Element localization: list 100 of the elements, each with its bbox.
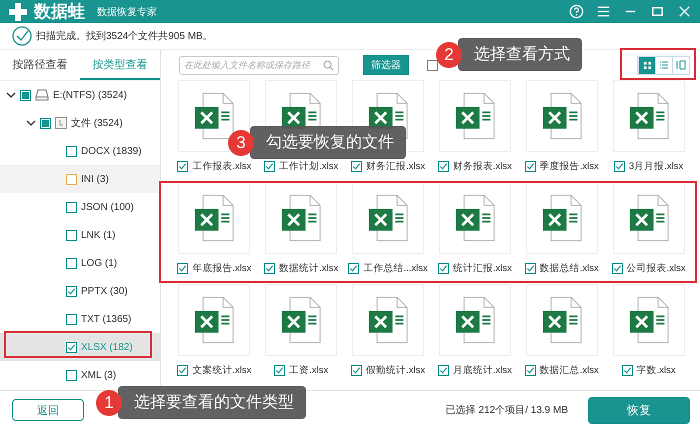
tree-label: JSON (100) [81,202,134,212]
close-icon[interactable] [677,4,692,19]
file-name: 年底报告.xlsx [192,262,252,275]
file-name: 数据汇总.xlsx [540,364,599,377]
checkbox[interactable] [264,161,276,172]
checkbox[interactable] [622,365,633,376]
tree-label: XML (3) [81,370,116,380]
file-name: 工作计划.xlsx [279,160,338,173]
checkbox[interactable] [524,365,536,376]
checkbox[interactable] [524,263,536,274]
view-tab[interactable]: 按类型查看 [80,50,160,80]
checkbox[interactable] [612,263,623,274]
file-thumbnail[interactable] [438,182,511,254]
chevron-icon[interactable] [26,118,36,128]
recover-button[interactable]: 恢复 [588,396,690,424]
file-name: 数据统计.xlsx [279,262,338,275]
tree-item[interactable]: LNK (1) [0,221,160,249]
grid-view-button[interactable] [638,56,655,74]
checkbox[interactable] [66,174,77,184]
checkbox[interactable] [66,146,77,156]
callout-tooltip: 勾选要恢复的文件 [250,126,406,159]
file-name: 月底统计.xlsx [452,364,512,377]
checkbox[interactable] [66,370,77,380]
spreadsheet-file-icon [628,92,669,140]
view-tab[interactable]: 按路径查看 [0,50,80,80]
checkbox[interactable] [177,365,188,376]
checkbox[interactable] [351,161,362,172]
tree-item[interactable]: 文件 (3524) [0,109,160,137]
help-icon[interactable] [569,4,584,19]
file-name: 字数.xlsx [636,364,676,377]
tree-item[interactable]: E:(NTFS) (3524) [0,81,160,109]
spreadsheet-file-icon [368,296,408,344]
filter-button[interactable]: 筛选器 [363,55,409,75]
spreadsheet-file-icon [542,194,582,242]
file-name: 假勤统计.xlsx [366,364,426,377]
tree-label: XLSX (182) [81,342,133,352]
tree-label: TXT (1365) [81,314,132,324]
checkbox[interactable] [351,365,362,376]
step-number-badge: 2 [436,42,462,68]
file-thumbnail[interactable] [265,182,338,254]
checkbox[interactable] [438,365,449,376]
file-thumbnail[interactable] [612,182,685,254]
file-thumbnail[interactable] [352,284,424,356]
step-number-badge: 1 [96,390,122,416]
file-thumbnail[interactable] [178,284,250,356]
checkbox[interactable] [66,258,77,268]
checkbox[interactable] [614,161,625,172]
checkbox[interactable] [20,90,31,100]
search-field[interactable]: 在此处输入文件名称或保存路径 [179,56,339,74]
checkbox[interactable] [66,202,77,212]
tree-item[interactable]: XML (3) [0,361,160,389]
file-name: 数据总结.xlsx [540,262,599,275]
drive-icon [35,89,49,101]
tree-label: INI (3) [81,174,109,184]
file-name: 文案统计.xlsx [192,364,252,377]
check-circle-icon [12,26,32,46]
checkbox[interactable] [438,263,449,274]
spreadsheet-file-icon [368,194,408,242]
file-thumbnail[interactable] [178,182,250,254]
file-thumbnail[interactable] [612,80,685,152]
maximize-icon[interactable] [650,4,665,19]
file-thumbnail[interactable] [612,284,685,356]
file-thumbnail[interactable] [352,182,424,254]
checkbox[interactable] [177,161,188,172]
tree-label: 文件 (3524) [71,116,123,130]
tree-item[interactable]: INI (3) [0,165,160,193]
tree-item[interactable]: DOCX (1839) [0,137,160,165]
checkbox[interactable] [427,60,438,70]
tree-label: LOG (1) [81,258,118,268]
file-thumbnail[interactable] [526,182,598,254]
file-name: 统计汇报.xlsx [452,262,512,275]
tree-item[interactable]: PPTX (30) [0,277,160,305]
spreadsheet-file-icon [194,296,234,344]
checkbox[interactable] [66,230,77,240]
checkbox[interactable] [66,286,77,296]
checkbox[interactable] [40,118,51,128]
tree-label: E:(NTFS) (3524) [53,90,127,100]
file-thumbnail[interactable] [265,284,338,356]
file-name: 公司报表.xlsx [626,262,686,275]
file-thumbnail[interactable] [438,80,511,152]
tree-item[interactable]: LOG (1) [0,249,160,277]
checkbox[interactable] [177,263,188,274]
menu-icon[interactable] [596,4,611,19]
file-thumbnail[interactable] [438,284,511,356]
file-thumbnail[interactable] [526,284,598,356]
file-thumbnail[interactable] [526,80,598,152]
spreadsheet-file-icon [194,194,234,242]
tree-item[interactable]: JSON (100) [0,193,160,221]
chevron-icon[interactable] [6,90,16,100]
tree-item[interactable]: TXT (1365) [0,305,160,333]
checkbox[interactable] [348,263,360,274]
app-subtitle: 数据恢复专家 [97,6,157,18]
checkbox[interactable] [438,161,449,172]
checkbox[interactable] [524,161,536,172]
checkbox[interactable] [66,342,77,352]
checkbox[interactable] [66,314,77,324]
search-icon[interactable] [323,60,334,70]
checkbox[interactable] [274,365,286,376]
checkbox[interactable] [264,263,276,274]
back-button[interactable]: 返回 [12,399,84,421]
